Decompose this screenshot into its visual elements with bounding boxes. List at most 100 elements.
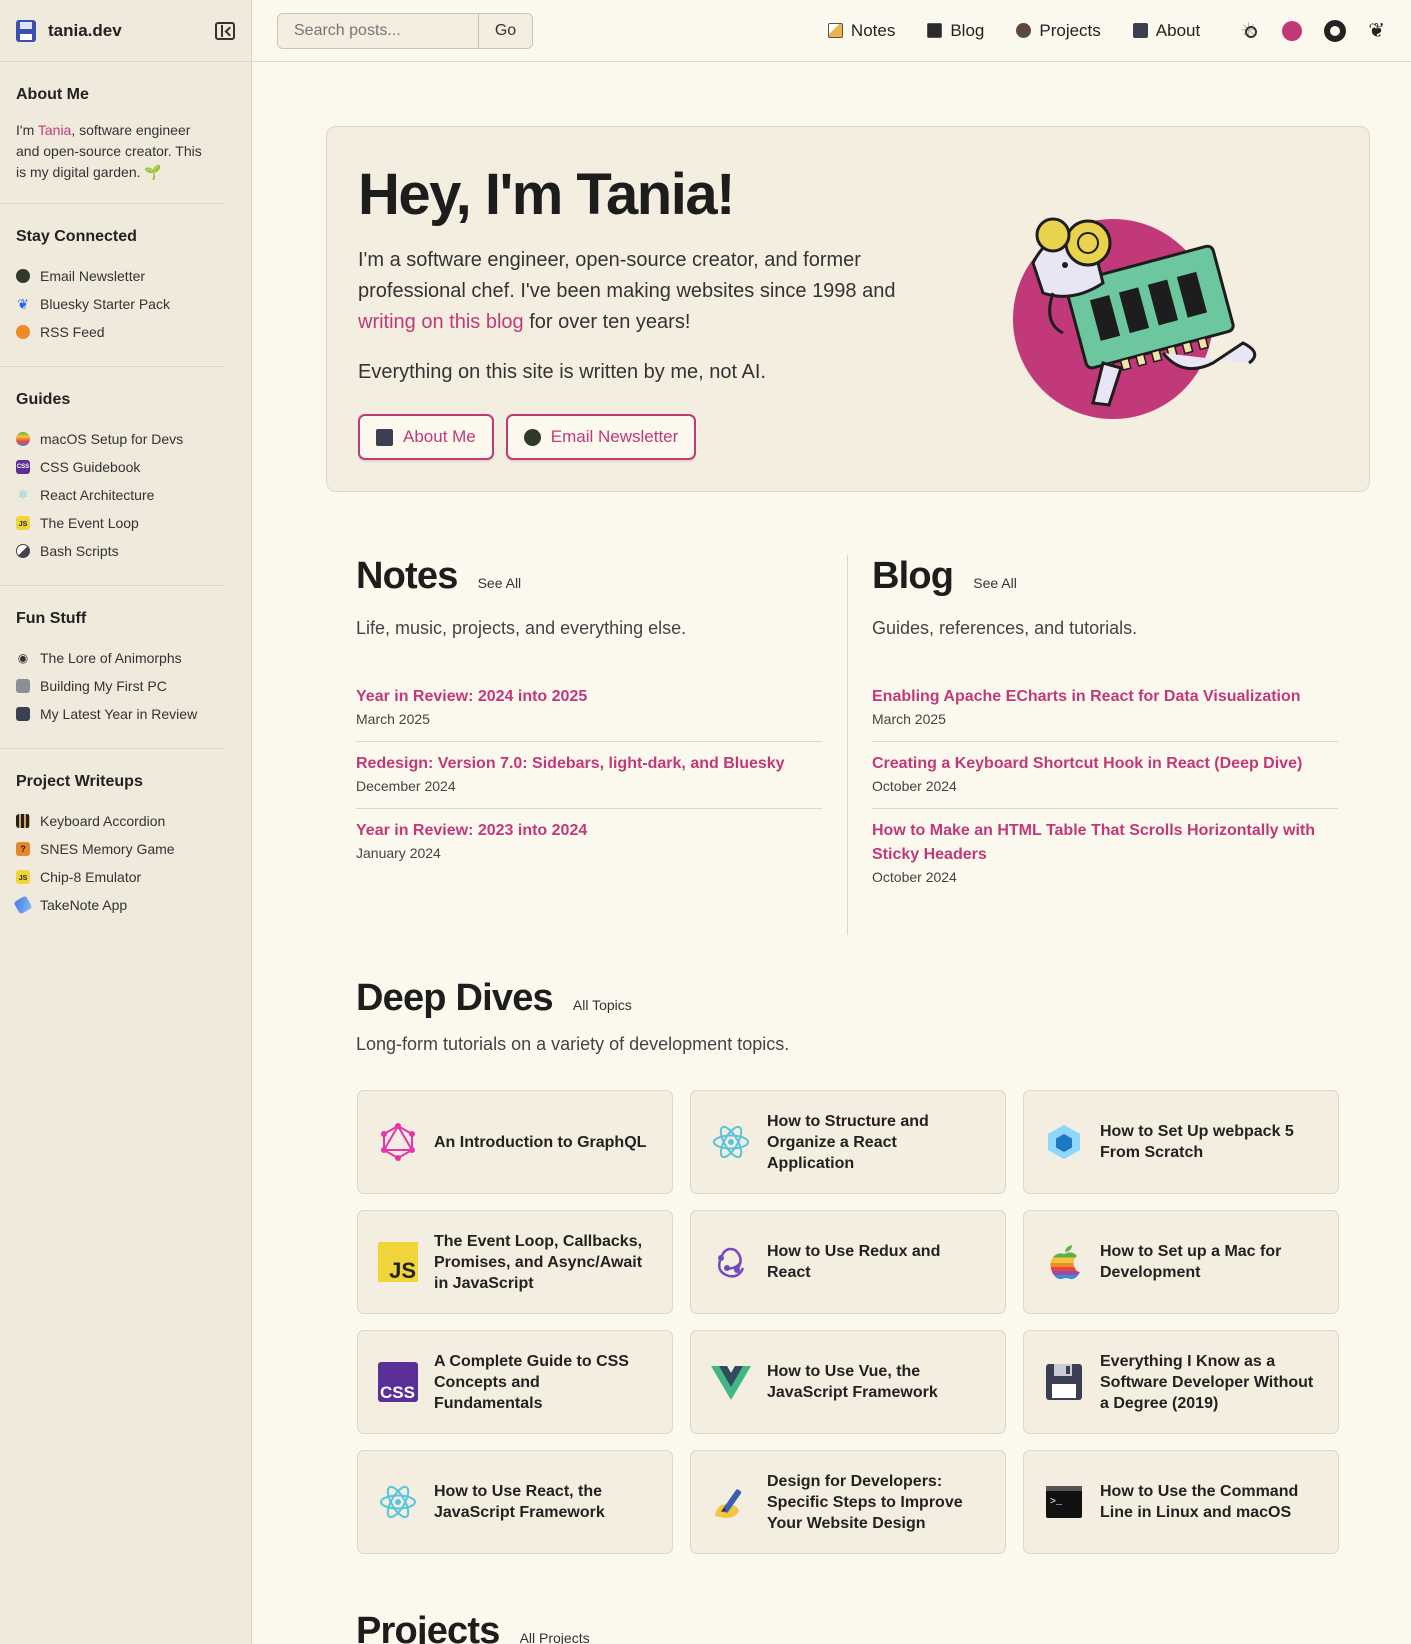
brand-link[interactable]: tania.dev (16, 19, 122, 42)
search-form: Go (277, 12, 533, 49)
deep-dive-card[interactable]: How to Use Redux and React (690, 1210, 1006, 1314)
nav-blog[interactable]: Blog (927, 21, 984, 41)
notes-subtitle: Life, music, projects, and everything el… (356, 618, 687, 638)
sidebar-item-email-newsletter[interactable]: Email Newsletter (16, 262, 209, 290)
css-icon: CSS (378, 1362, 418, 1402)
accent-color-icon[interactable] (1282, 20, 1303, 41)
deep-dive-card[interactable]: JS The Event Loop, Callbacks, Promises, … (357, 1210, 673, 1314)
brand-bar: tania.dev (0, 0, 251, 62)
nav-projects[interactable]: Projects (1016, 21, 1101, 41)
sidebar-item-react[interactable]: ⚛ React Architecture (16, 481, 209, 509)
sidebar-stay-connected: Stay Connected Email Newsletter ❦ Bluesky… (0, 204, 225, 367)
react-icon: ⚛ (17, 487, 29, 502)
sidebar-item-keyboard[interactable]: Keyboard Accordion (16, 807, 209, 835)
post-date: March 2025 (872, 711, 946, 727)
sidebar-item-year-review[interactable]: My Latest Year in Review (16, 700, 209, 728)
javascript-icon: JS (378, 1242, 418, 1282)
post-link[interactable]: Year in Review: 2023 into 2024 (356, 822, 587, 839)
sidebar-item-takenote[interactable]: TakeNote App (13, 891, 209, 919)
bluesky-icon[interactable]: ❦ (1368, 21, 1385, 41)
writing-hand-icon (711, 1482, 751, 1522)
list-item: Enabling Apache ECharts in React for Dat… (872, 675, 1338, 742)
apple-icon (1044, 1242, 1084, 1282)
deep-dive-card[interactable]: Design for Developers: Specific Steps to… (690, 1450, 1006, 1554)
post-link[interactable]: How to Make an HTML Table That Scrolls H… (872, 822, 1315, 863)
post-date: January 2024 (356, 845, 441, 861)
deep-dive-card[interactable]: How to Set Up webpack 5 From Scratch (1023, 1090, 1339, 1194)
deep-dive-card[interactable]: CSS A Complete Guide to CSS Concepts and… (357, 1330, 673, 1434)
blog-title: Blog (872, 555, 954, 597)
brand-name: tania.dev (48, 20, 122, 40)
deep-dive-card[interactable]: >_ How to Use the Command Line in Linux … (1023, 1450, 1339, 1554)
post-link[interactable]: Redesign: Version 7.0: Sidebars, light-d… (356, 755, 785, 772)
sidebar-item-bash[interactable]: Bash Scripts (16, 537, 209, 565)
all-topics-link[interactable]: All Topics (573, 997, 632, 1013)
sidebar-item-rss[interactable]: RSS Feed (16, 318, 209, 346)
post-link[interactable]: Enabling Apache ECharts in React for Dat… (872, 688, 1301, 705)
email-newsletter-button[interactable]: Email Newsletter (505, 414, 697, 460)
sidebar-item-first-pc[interactable]: Building My First PC (16, 672, 209, 700)
takenote-icon (13, 895, 33, 915)
svg-text:>_: >_ (1050, 1497, 1063, 1508)
sidebar-item-snes[interactable]: ? SNES Memory Game (16, 835, 209, 863)
main-nav: Notes Blog Projects About ❦ (796, 18, 1385, 43)
deep-dive-card[interactable]: An Introduction to GraphQL (357, 1090, 673, 1194)
post-link[interactable]: Year in Review: 2024 into 2025 (356, 688, 587, 705)
blog-section: Blog See All Guides, references, and tut… (872, 555, 1338, 899)
keyboard-icon (16, 814, 30, 828)
webpack-icon (1044, 1122, 1084, 1162)
hero-title: Hey, I'm Tania! (358, 162, 735, 227)
sidebar-item-animorphs[interactable]: ◉ The Lore of Animorphs (16, 644, 209, 672)
sidebar-about-text: I'm Tania, software engineer and open-so… (16, 122, 202, 180)
deep-dive-card[interactable]: How to Use Vue, the JavaScript Framework (690, 1330, 1006, 1434)
blog-see-all-link[interactable]: See All (973, 575, 1017, 591)
bash-icon (16, 544, 30, 558)
list-item: Year in Review: 2023 into 2024 January 2… (356, 809, 822, 875)
floppy-disk-icon (1132, 23, 1148, 38)
blog-subtitle: Guides, references, and tutorials. (872, 618, 1138, 638)
deep-dive-card[interactable]: How to Use React, the JavaScript Framewo… (357, 1450, 673, 1554)
computer-icon (16, 679, 30, 693)
apple-icon (16, 432, 30, 446)
deep-dive-card[interactable]: How to Set up a Mac for Development (1023, 1210, 1339, 1314)
newsletter-icon (523, 428, 541, 446)
hero-note: Everything on this site is written by me… (358, 361, 766, 383)
sidebar-item-bluesky[interactable]: ❦ Bluesky Starter Pack (16, 290, 209, 318)
projects-title: Projects (356, 1610, 500, 1644)
sidebar-item-macos[interactable]: macOS Setup for Devs (16, 425, 209, 453)
sidebar-item-event-loop[interactable]: JS The Event Loop (16, 509, 209, 537)
deep-dives-grid: An Introduction to GraphQL How to Struct… (357, 1090, 1339, 1554)
about-me-button[interactable]: About Me (358, 414, 494, 460)
sidebar-about-name-link[interactable]: Tania (38, 122, 71, 138)
post-date: October 2024 (872, 778, 957, 794)
question-block-icon: ? (16, 842, 30, 856)
search-input[interactable] (278, 13, 478, 48)
nav-notes[interactable]: Notes (827, 21, 895, 41)
floppy-disk-icon (16, 19, 36, 42)
search-go-button[interactable]: Go (478, 13, 532, 48)
sun-icon[interactable] (1240, 18, 1260, 43)
sidebar-toggle-icon[interactable] (215, 21, 235, 40)
notebook-icon (927, 23, 943, 38)
deep-dive-card[interactable]: Everything I Know as a Software Develope… (1023, 1330, 1339, 1434)
nav-about[interactable]: About (1132, 21, 1200, 41)
hero-blog-link[interactable]: writing on this blog (358, 311, 524, 333)
robot-icon (1016, 23, 1032, 38)
eye-icon: ◉ (17, 651, 29, 665)
graphql-icon (378, 1122, 418, 1162)
react-icon (711, 1122, 751, 1162)
list-item: How to Make an HTML Table That Scrolls H… (872, 809, 1338, 899)
sidebar-project-writeups: Project Writeups Keyboard Accordion ? SNE… (0, 749, 225, 939)
all-projects-link[interactable]: All Projects (520, 1630, 590, 1644)
deep-dive-card[interactable]: How to Structure and Organize a React Ap… (690, 1090, 1006, 1194)
post-link[interactable]: Creating a Keyboard Shortcut Hook in Rea… (872, 755, 1302, 772)
floppy-disk-icon (1044, 1362, 1084, 1402)
github-icon[interactable] (1324, 19, 1347, 42)
sidebar-item-css[interactable]: CSS CSS Guidebook (16, 453, 209, 481)
sidebar-item-chip8[interactable]: JS Chip-8 Emulator (16, 863, 209, 891)
svg-text:JS: JS (389, 1258, 416, 1282)
projects-header: Projects All Projects (356, 1610, 590, 1644)
floppy-disk-icon (16, 707, 30, 721)
notes-see-all-link[interactable]: See All (478, 575, 522, 591)
redux-icon (711, 1242, 751, 1282)
